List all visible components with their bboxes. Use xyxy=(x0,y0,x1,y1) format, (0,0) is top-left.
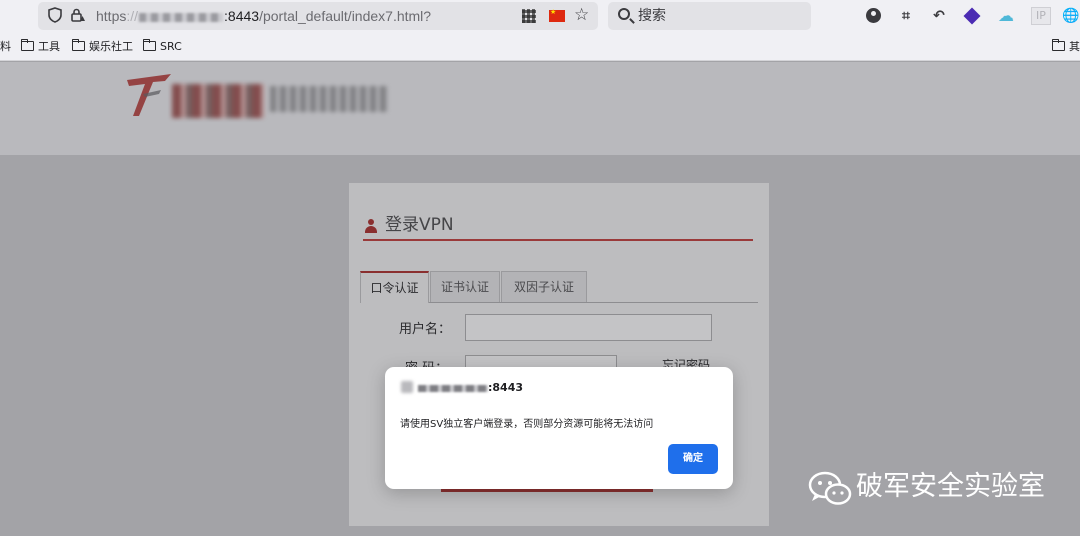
folder-icon xyxy=(1052,39,1065,51)
bookmark-folder-src[interactable]: SRC xyxy=(143,34,182,60)
search-bar[interactable]: 搜索 xyxy=(608,2,811,30)
url-text[interactable]: https://:8443/portal_default/index7.html… xyxy=(96,2,431,30)
ok-button[interactable]: 确定 xyxy=(668,444,718,474)
qr-code-icon[interactable] xyxy=(522,9,536,23)
browser-toolbar: https://:8443/portal_default/index7.html… xyxy=(0,0,1080,34)
dialog-message: 请使用SV独立客户端登录，否则部分资源可能将无法访问 xyxy=(400,419,654,430)
login-title-bar: 登录VPN xyxy=(363,213,753,241)
bookmark-folder-other[interactable]: 其 xyxy=(1052,34,1080,60)
redacted-dialog-host xyxy=(418,385,488,392)
bookmark-cut-left[interactable]: 料 xyxy=(0,34,11,60)
logo-redacted-name xyxy=(172,84,264,118)
alert-dialog: :8443 请使用SV独立客户端登录，否则部分资源可能将无法访问 确定 xyxy=(385,367,733,489)
bookmark-folder-tools[interactable]: 工具 xyxy=(21,34,60,60)
tab-password-auth[interactable]: 口令认证 xyxy=(360,271,429,303)
account-icon[interactable] xyxy=(864,7,882,25)
url-scheme: https xyxy=(96,8,127,24)
user-icon xyxy=(365,219,377,233)
bookmark-label: 娱乐社工 xyxy=(89,40,133,53)
bookmark-folder-social[interactable]: 娱乐社工 xyxy=(72,34,133,60)
bookmark-label: 工具 xyxy=(38,40,60,53)
cube-extension-icon[interactable] xyxy=(963,7,981,25)
globe-icon[interactable]: 🌐 xyxy=(1062,7,1080,25)
search-placeholder: 搜索 xyxy=(638,8,666,24)
watermark-text: 破军安全实验室 xyxy=(856,471,1045,502)
cloud-icon[interactable]: ☁ xyxy=(997,7,1015,25)
url-path: /portal_default/index7.html? xyxy=(259,8,432,24)
tab-certificate-auth[interactable]: 证书认证 xyxy=(430,271,500,302)
username-label: 用户名： xyxy=(399,322,452,337)
folder-icon xyxy=(72,39,85,51)
logo-redacted-subtitle xyxy=(270,86,388,112)
wechat-icon xyxy=(808,471,852,505)
shield-icon[interactable] xyxy=(46,7,64,25)
bookmark-label: 其 xyxy=(1069,40,1080,53)
search-icon xyxy=(618,8,630,20)
lock-warning-icon[interactable] xyxy=(69,7,87,25)
auth-tabs: 口令认证 证书认证 双因子认证 xyxy=(360,271,758,303)
tab-two-factor-auth[interactable]: 双因子认证 xyxy=(501,271,587,302)
remember-password-label[interactable]: 忘记密码 xyxy=(662,356,710,367)
ip-extension-icon[interactable]: IP xyxy=(1031,7,1051,25)
address-bar[interactable]: https://:8443/portal_default/index7.html… xyxy=(38,2,598,30)
site-favicon-icon xyxy=(401,381,413,393)
folder-icon xyxy=(21,39,34,51)
url-port: :8443 xyxy=(224,8,260,24)
undo-arrow-icon[interactable]: ↶ xyxy=(930,7,948,25)
bookmark-label: SRC xyxy=(160,40,182,53)
login-title: 登录VPN xyxy=(385,215,454,235)
bookmark-star-icon[interactable]: ☆ xyxy=(574,5,589,25)
login-button[interactable] xyxy=(441,489,653,492)
folder-icon xyxy=(143,39,156,51)
redacted-host xyxy=(139,12,224,22)
china-flag-icon[interactable] xyxy=(549,8,565,22)
crop-icon[interactable]: ⌗ xyxy=(897,7,915,25)
username-input[interactable] xyxy=(465,314,712,341)
dialog-host-port: :8443 xyxy=(488,381,524,394)
bookmarks-bar: 料 工具 娱乐社工 SRC 其 xyxy=(0,34,1080,61)
